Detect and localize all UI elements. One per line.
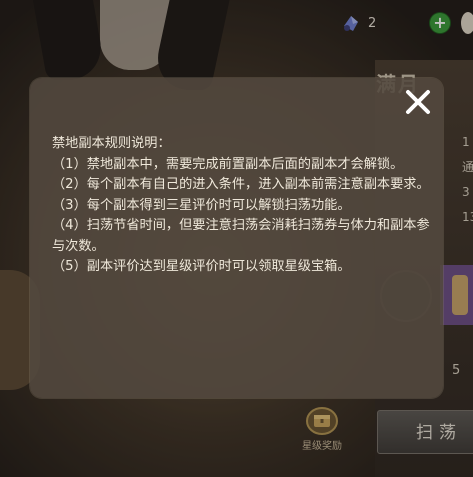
rule-item: （5）副本评价达到星级评价时可以领取星级宝箱。 <box>52 259 351 274</box>
rules-title: 禁地副本规则说明： <box>52 136 171 151</box>
rule-item: （1）禁地副本中，需要完成前置副本后面的副本才会解锁。 <box>52 156 404 172</box>
rule-item: （2）每个副本有自己的进入条件，进入副本前需注意副本要求。 <box>52 177 430 192</box>
close-icon <box>406 90 430 114</box>
rule-item: （3）每个副本得到三星评价时可以解锁扫荡功能。 <box>52 197 351 213</box>
rule-item: （4）扫荡节省时间，但要注意扫荡会消耗扫荡券与体力和副本参与次数。 <box>52 218 430 254</box>
close-button[interactable] <box>398 82 438 122</box>
rules-text: 禁地副本规则说明： （1）禁地副本中，需要完成前置副本后面的副本才会解锁。 （2… <box>52 134 432 278</box>
rules-dialog: 禁地副本规则说明： （1）禁地副本中，需要完成前置副本后面的副本才会解锁。 （2… <box>30 78 443 398</box>
